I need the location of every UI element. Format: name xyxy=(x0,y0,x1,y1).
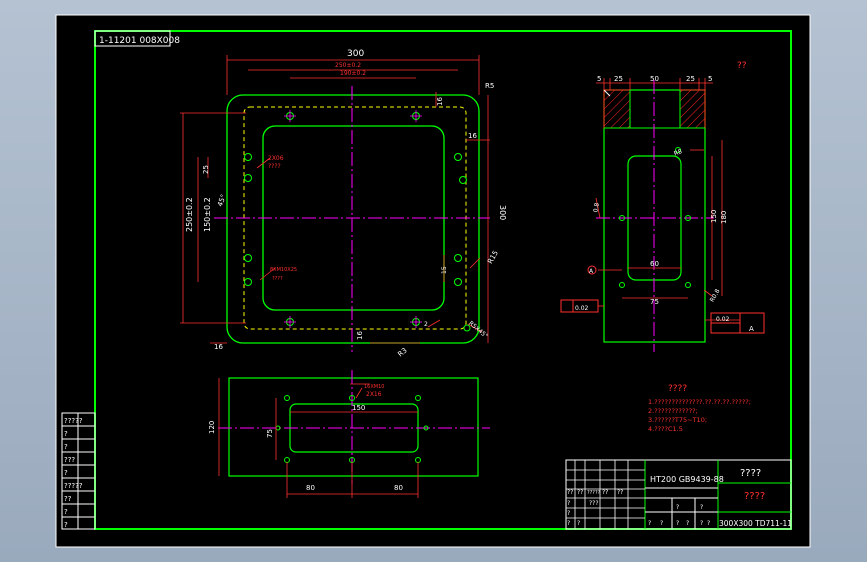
hole-note: 2X06 xyxy=(268,155,284,162)
title-cell: ? xyxy=(686,520,689,527)
title-cell: ? xyxy=(676,520,679,527)
title-cell: ? xyxy=(707,520,710,527)
dim-text: 300 xyxy=(347,49,364,59)
hole-note: 16XM10 xyxy=(364,384,384,390)
left-row-text: ????? xyxy=(64,417,83,425)
title-row-label: ? xyxy=(577,520,580,527)
cad-drawing-sheet: 1-11201 008X008 ????? ? ? ??? ? ????? ??… xyxy=(55,14,811,548)
left-row-text: ? xyxy=(64,521,68,529)
title-cell: ??? xyxy=(589,500,599,507)
title-row-label: ? xyxy=(567,500,570,507)
left-row-text: ? xyxy=(64,469,68,477)
part-number: 300X300 TD711-11 xyxy=(719,519,792,528)
title-cell: ? xyxy=(648,520,651,527)
dim-text: 16 xyxy=(356,331,364,340)
left-row-text: ? xyxy=(64,443,68,451)
title-cell: ?? xyxy=(602,489,608,496)
title-cell: ? xyxy=(660,520,663,527)
dim-text: 75 xyxy=(650,298,659,306)
dim-text: 150±0.2 xyxy=(203,197,212,232)
note-line: 4.????C1.5 xyxy=(648,425,683,433)
dim-text: 120 xyxy=(208,421,216,434)
drawing-code-label: 1-11201 008X008 xyxy=(99,36,180,46)
dim-text: 2 xyxy=(424,321,428,328)
dim-text: 75 xyxy=(266,429,274,438)
left-row-text: ??? xyxy=(64,456,75,464)
dim-text: 25 xyxy=(202,165,210,174)
hole-note: ???? xyxy=(268,163,281,170)
title-row-label: ? xyxy=(567,510,570,517)
dim-text: 300 xyxy=(498,205,507,220)
left-row-text: ????? xyxy=(64,482,83,490)
notes-title: ???? xyxy=(668,384,687,394)
dim-text: 5 xyxy=(597,75,601,83)
dim-text: 250±0.2 xyxy=(185,197,194,232)
dim-text: 16 xyxy=(468,132,477,140)
title-row-label: ? xyxy=(567,520,570,527)
title-cell: ? xyxy=(676,504,679,511)
dim-text: 150 xyxy=(352,404,365,412)
title-cell: ? xyxy=(700,520,703,527)
dim-text: 80 xyxy=(306,484,315,492)
hatch-right xyxy=(679,89,706,129)
dim-text: 50 xyxy=(650,75,659,83)
thread-note: 8XM10X25 xyxy=(270,267,297,273)
left-row-text: ? xyxy=(64,430,68,438)
dim-text: 180 xyxy=(720,211,728,224)
dim-text: 80 xyxy=(394,484,403,492)
part-name: ???? xyxy=(740,468,761,479)
note-line: 2.????????????; xyxy=(648,407,698,415)
company-name: ???? xyxy=(744,491,765,502)
thread-note: ???? xyxy=(272,276,283,282)
dim-text: R5 xyxy=(485,82,494,90)
title-cell: ????? xyxy=(587,490,601,496)
note-line: 3.??????T75~T10; xyxy=(648,416,707,424)
material-text: HT200 GB9439-88 xyxy=(650,475,724,484)
dim-text: 16 xyxy=(214,343,223,351)
dim-text: 190±0.2 xyxy=(340,70,366,77)
dim-text: 25 xyxy=(614,75,623,83)
roughness-text: ?? xyxy=(737,61,747,71)
dim-text: 60 xyxy=(650,260,659,268)
note-line: 1.??????????????.??.??.??.?????; xyxy=(648,398,751,406)
left-row-text: ?? xyxy=(64,495,72,503)
cad-viewport[interactable]: 1-11201 008X008 ????? ? ? ??? ? ????? ??… xyxy=(0,0,867,562)
title-cell: ?? xyxy=(617,489,623,496)
hatch-left xyxy=(603,89,631,129)
dim-text: 25 xyxy=(686,75,695,83)
gdt-ref: A xyxy=(749,325,754,333)
dim-text: 16 xyxy=(436,97,444,106)
gdt-value: 0.02 xyxy=(575,305,589,312)
left-row-text: ? xyxy=(64,508,68,516)
title-cell: ?? xyxy=(577,489,583,496)
dim-text: 5 xyxy=(708,75,712,83)
gdt-value: 0.02 xyxy=(716,316,730,323)
title-cell: ? xyxy=(700,504,703,511)
dim-text: 250±0.2 xyxy=(335,62,361,69)
title-cell: ?? xyxy=(567,489,573,496)
dim-text: 150 xyxy=(710,210,718,223)
hole-note: 2X16 xyxy=(366,391,382,398)
dim-text: 15 xyxy=(441,266,448,274)
